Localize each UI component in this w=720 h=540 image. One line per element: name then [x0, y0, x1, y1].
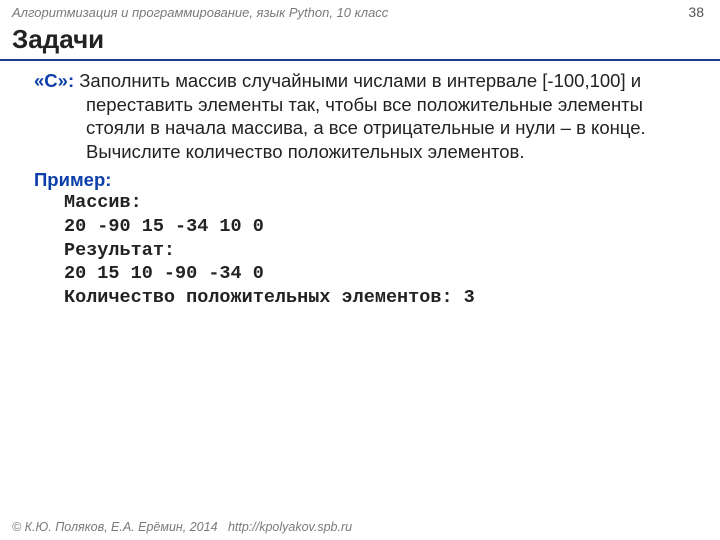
example-line-1: 20 -90 15 -34 10 0	[34, 215, 692, 239]
task-label: «С»:	[34, 70, 74, 91]
example-line-2: Результат:	[34, 239, 692, 263]
page-title: Задачи	[0, 22, 720, 61]
slide: Алгоритмизация и программирование, язык …	[0, 0, 720, 540]
example-line-0: Массив:	[34, 191, 692, 215]
footer-link[interactable]: http://kpolyakov.spb.ru	[228, 520, 352, 534]
page-number: 38	[688, 4, 704, 20]
example-line-3: 20 15 10 -90 -34 0	[34, 262, 692, 286]
example-line-4: Количество положительных элементов: 3	[34, 286, 692, 310]
course-title: Алгоритмизация и программирование, язык …	[12, 5, 388, 20]
task-text: Заполнить массив случайными числами в ин…	[74, 70, 646, 162]
slide-footer: © К.Ю. Поляков, Е.А. Ерёмин, 2014 http:/…	[0, 516, 720, 540]
slide-header: Алгоритмизация и программирование, язык …	[0, 0, 720, 22]
example-label: Пример:	[34, 168, 692, 192]
footer-copyright: © К.Ю. Поляков, Е.А. Ерёмин, 2014	[12, 520, 218, 534]
slide-body: «С»: Заполнить массив случайными числами…	[0, 61, 720, 516]
task-block: «С»: Заполнить массив случайными числами…	[34, 69, 692, 164]
